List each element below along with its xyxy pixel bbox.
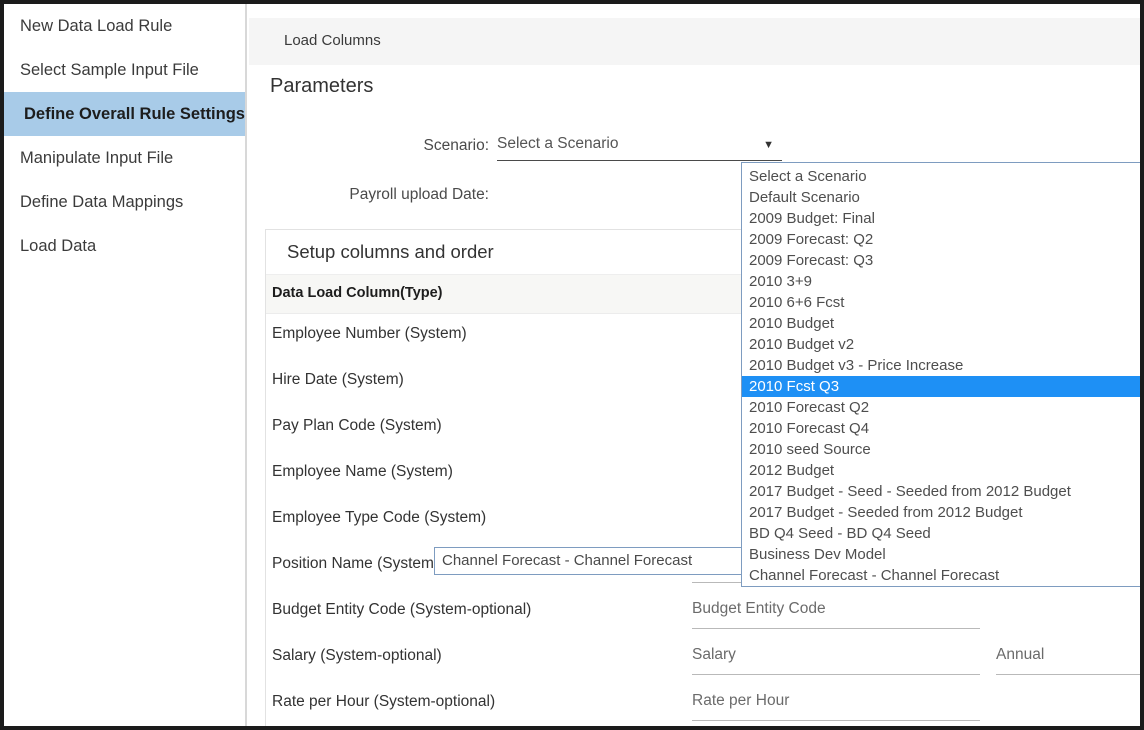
dropdown-option[interactable]: 2010 6+6 Fcst xyxy=(742,292,1140,313)
sidebar-item-load-data[interactable]: Load Data xyxy=(4,224,245,268)
scenario-select-value: Select a Scenario xyxy=(497,135,619,152)
column-header-data-load-column: Data Load Column(Type) xyxy=(272,285,443,301)
scenario-dropdown-options: Select a Scenario Default Scenario 2009 Bu… xyxy=(742,163,1140,586)
row-label: Salary (System-optional) xyxy=(272,647,442,664)
budget-entity-code-placeholder: Budget Entity Code xyxy=(692,600,826,617)
dropdown-option[interactable]: 2010 Forecast Q2 xyxy=(742,397,1140,418)
rate-per-hour-placeholder: Rate per Hour xyxy=(692,692,790,709)
app-window: New Data Load Rule Select Sample Input F… xyxy=(4,4,1140,726)
dropdown-option[interactable]: 2017 Budget - Seeded from 2012 Budget xyxy=(742,502,1140,523)
dropdown-option[interactable]: Channel Forecast - Channel Forecast xyxy=(742,565,1140,586)
row-label: Rate per Hour (System-optional) xyxy=(272,693,496,710)
salary-input[interactable]: Salary xyxy=(692,646,980,675)
table-row: Budget Entity Code (System-optional) Bud… xyxy=(266,590,1140,636)
dropdown-option[interactable]: 2009 Budget: Final xyxy=(742,208,1140,229)
tab-load-columns[interactable]: Load Columns xyxy=(284,32,381,49)
dropdown-option[interactable]: 2009 Forecast: Q3 xyxy=(742,250,1140,271)
tab-bar: Load Columns xyxy=(249,18,1140,65)
sidebar-item-manipulate-input-file[interactable]: Manipulate Input File xyxy=(4,136,245,180)
sidebar: New Data Load Rule Select Sample Input F… xyxy=(4,4,247,726)
scenario-select[interactable]: Select a Scenario ▼ xyxy=(497,135,782,161)
dropdown-option[interactable]: Business Dev Model xyxy=(742,544,1140,565)
dropdown-option[interactable]: 2010 Fcst Q3 xyxy=(742,376,1140,397)
page-title: Parameters xyxy=(270,75,374,97)
payroll-upload-date-label: Payroll upload Date: xyxy=(349,186,489,203)
salary-placeholder: Salary xyxy=(692,646,736,663)
main-content: Load Columns Parameters Scenario: Select… xyxy=(249,4,1140,726)
dropdown-option[interactable]: BD Q4 Seed - BD Q4 Seed xyxy=(742,523,1140,544)
row-label: Pay Plan Code (System) xyxy=(272,417,442,434)
dropdown-option[interactable]: 2010 Budget v2 xyxy=(742,334,1140,355)
sidebar-item-select-sample-input-file[interactable]: Select Sample Input File xyxy=(4,48,245,92)
row-label: Position Name (System) xyxy=(272,555,440,572)
dropdown-option[interactable]: Select a Scenario xyxy=(742,166,1140,187)
sidebar-item-new-data-load-rule[interactable]: New Data Load Rule xyxy=(4,4,245,48)
row-label: Hire Date (System) xyxy=(272,371,404,388)
dropdown-option[interactable]: Default Scenario xyxy=(742,187,1140,208)
salary-basis-value: Annual xyxy=(996,646,1045,663)
dropdown-option[interactable]: 2017 Budget - Seed - Seeded from 2012 Bu… xyxy=(742,481,1140,502)
scenario-label: Scenario: xyxy=(423,137,489,154)
scenario-dropdown-listbox[interactable]: Select a Scenario Default Scenario 2009 Bu… xyxy=(741,162,1140,587)
dropdown-option[interactable]: 2010 Forecast Q4 xyxy=(742,418,1140,439)
table-row: Salary (System-optional) Salary Annual xyxy=(266,636,1140,682)
dropdown-option[interactable]: 2010 Budget v3 - Price Increase xyxy=(742,355,1140,376)
dropdown-option[interactable]: 2010 Budget xyxy=(742,313,1140,334)
dropdown-option[interactable]: 2010 3+9 xyxy=(742,271,1140,292)
sidebar-item-define-data-mappings[interactable]: Define Data Mappings xyxy=(4,180,245,224)
row-label: Employee Number (System) xyxy=(272,325,467,342)
dropdown-option[interactable]: 2010 seed Source xyxy=(742,439,1140,460)
dropdown-option[interactable]: 2009 Forecast: Q2 xyxy=(742,229,1140,250)
table-row: Rate per Hour (System-optional) Rate per… xyxy=(266,682,1140,726)
chevron-down-icon: ▼ xyxy=(763,139,774,151)
row-label: Employee Name (System) xyxy=(272,463,453,480)
row-label: Employee Type Code (System) xyxy=(272,509,487,526)
dropdown-option[interactable]: 2012 Budget xyxy=(742,460,1140,481)
position-name-select-value: Channel Forecast - Channel Forecast xyxy=(442,552,693,569)
salary-basis-input[interactable]: Annual xyxy=(996,646,1140,675)
sidebar-item-define-overall-rule-settings[interactable]: Define Overall Rule Settings xyxy=(4,92,245,136)
row-label: Budget Entity Code (System-optional) xyxy=(272,601,532,618)
budget-entity-code-input[interactable]: Budget Entity Code xyxy=(692,600,980,629)
rate-per-hour-input[interactable]: Rate per Hour xyxy=(692,692,980,721)
